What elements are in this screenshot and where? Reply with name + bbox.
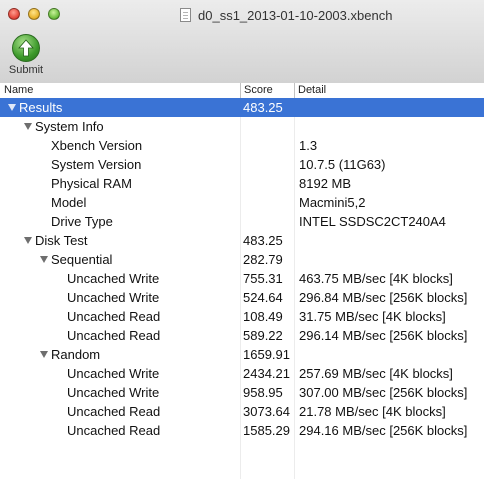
upload-arrow-icon bbox=[12, 34, 40, 62]
row-score: 3073.64 bbox=[243, 404, 290, 419]
outline-row[interactable]: Uncached Read 1585.29 294.16 MB/sec [256K … bbox=[0, 421, 484, 440]
row-name: Disk Test bbox=[35, 233, 88, 248]
minimize-window-button[interactable] bbox=[28, 8, 40, 20]
row-score: 282.79 bbox=[243, 252, 283, 267]
column-header-name[interactable]: Name bbox=[4, 84, 33, 96]
row-name: Random bbox=[51, 347, 101, 362]
row-name: Model bbox=[51, 195, 87, 210]
row-detail: 463.75 MB/sec [4K blocks] bbox=[299, 271, 453, 286]
row-name: Physical RAM bbox=[51, 176, 132, 191]
row-detail: 8192 MB bbox=[299, 176, 352, 191]
outline-row[interactable]: Uncached Write 958.95 307.00 MB/sec [256K … bbox=[0, 383, 484, 402]
window-titlebar: d0_ss1_2013-01-10-2003.xbench Submit bbox=[0, 0, 484, 84]
results-outline: Results 483.25 System Info Xbench Version 1.… bbox=[0, 98, 484, 440]
row-name: Uncached Read bbox=[67, 404, 161, 419]
row-detail: Macmini5,2 bbox=[299, 195, 366, 210]
row-detail: 1.3 bbox=[299, 138, 318, 153]
document-icon bbox=[180, 8, 191, 22]
row-name: Uncached Write bbox=[67, 385, 160, 400]
zoom-window-button[interactable] bbox=[48, 8, 60, 20]
outline-row[interactable]: Sequential 282.79 bbox=[0, 250, 484, 269]
row-name: System Version bbox=[51, 157, 142, 172]
close-window-button[interactable] bbox=[8, 8, 20, 20]
outline-row[interactable]: Drive Type INTEL SSDSC2CT240A4 bbox=[0, 212, 484, 231]
outline-row[interactable]: Xbench Version 1.3 bbox=[0, 136, 484, 155]
column-header: Name Score Detail bbox=[0, 83, 484, 99]
row-score: 108.49 bbox=[243, 309, 283, 324]
window-title: d0_ss1_2013-01-10-2003.xbench bbox=[198, 7, 393, 23]
row-detail: 31.75 MB/sec [4K blocks] bbox=[299, 309, 446, 324]
row-score: 483.25 bbox=[243, 233, 283, 248]
row-name: Xbench Version bbox=[51, 138, 143, 153]
submit-label: Submit bbox=[8, 64, 44, 76]
row-name: Results bbox=[19, 100, 63, 115]
column-header-score[interactable]: Score bbox=[244, 84, 273, 96]
row-score: 2434.21 bbox=[243, 366, 290, 381]
outline-row[interactable]: Uncached Write 524.64 296.84 MB/sec [256K … bbox=[0, 288, 484, 307]
outline-row[interactable]: System Version 10.7.5 (11G63) bbox=[0, 155, 484, 174]
row-detail: 257.69 MB/sec [4K blocks] bbox=[299, 366, 453, 381]
row-name: Uncached Read bbox=[67, 309, 161, 324]
row-score: 1659.91 bbox=[243, 347, 290, 362]
outline-row[interactable]: Uncached Read 589.22 296.14 MB/sec [256K b… bbox=[0, 326, 484, 345]
row-name: Uncached Read bbox=[67, 423, 161, 438]
window-title-group: d0_ss1_2013-01-10-2003.xbench bbox=[180, 6, 392, 24]
column-divider[interactable] bbox=[240, 83, 241, 98]
row-detail: 296.14 MB/sec [256K blocks] bbox=[299, 328, 468, 343]
outline-row[interactable]: Uncached Write 2434.21 257.69 MB/sec [4K b… bbox=[0, 364, 484, 383]
column-divider[interactable] bbox=[294, 83, 295, 98]
outline-row[interactable]: Random 1659.91 bbox=[0, 345, 484, 364]
outline-row[interactable]: Uncached Read 108.49 31.75 MB/sec [4K bloc… bbox=[0, 307, 484, 326]
row-detail: 307.00 MB/sec [256K blocks] bbox=[299, 385, 468, 400]
row-score: 524.64 bbox=[243, 290, 283, 305]
row-detail: INTEL SSDSC2CT240A4 bbox=[299, 214, 446, 229]
row-name: Drive Type bbox=[51, 214, 113, 229]
outline-row[interactable]: Model Macmini5,2 bbox=[0, 193, 484, 212]
disclosure-triangle-icon[interactable] bbox=[40, 351, 48, 358]
row-name: Uncached Read bbox=[67, 328, 161, 343]
row-name: Uncached Write bbox=[67, 366, 160, 381]
disclosure-triangle-icon[interactable] bbox=[40, 256, 48, 263]
submit-button[interactable]: Submit bbox=[4, 32, 48, 78]
outline-row[interactable]: Disk Test 483.25 bbox=[0, 231, 484, 250]
row-name: Uncached Write bbox=[67, 290, 160, 305]
disclosure-triangle-icon[interactable] bbox=[8, 104, 16, 111]
outline-row[interactable]: Physical RAM 8192 MB bbox=[0, 174, 484, 193]
row-name: Sequential bbox=[51, 252, 113, 267]
row-score: 958.95 bbox=[243, 385, 283, 400]
outline-row[interactable]: Uncached Read 3073.64 21.78 MB/sec [4K blo… bbox=[0, 402, 484, 421]
disclosure-triangle-icon[interactable] bbox=[24, 123, 32, 130]
outline-row[interactable]: System Info bbox=[0, 117, 484, 136]
row-detail: 296.84 MB/sec [256K blocks] bbox=[299, 290, 468, 305]
outline-row[interactable]: Results 483.25 bbox=[0, 98, 484, 117]
row-detail: 294.16 MB/sec [256K blocks] bbox=[299, 423, 468, 438]
row-detail: 21.78 MB/sec [4K blocks] bbox=[299, 404, 446, 419]
row-name: Uncached Write bbox=[67, 271, 160, 286]
column-header-detail[interactable]: Detail bbox=[298, 84, 326, 96]
outline-row[interactable]: Uncached Write 755.31 463.75 MB/sec [4K bl… bbox=[0, 269, 484, 288]
row-name: System Info bbox=[35, 119, 104, 134]
row-detail: 10.7.5 (11G63) bbox=[299, 157, 386, 172]
row-score: 589.22 bbox=[243, 328, 283, 343]
row-score: 755.31 bbox=[243, 271, 283, 286]
disclosure-triangle-icon[interactable] bbox=[24, 237, 32, 244]
row-score: 483.25 bbox=[243, 100, 283, 115]
row-score: 1585.29 bbox=[243, 423, 290, 438]
